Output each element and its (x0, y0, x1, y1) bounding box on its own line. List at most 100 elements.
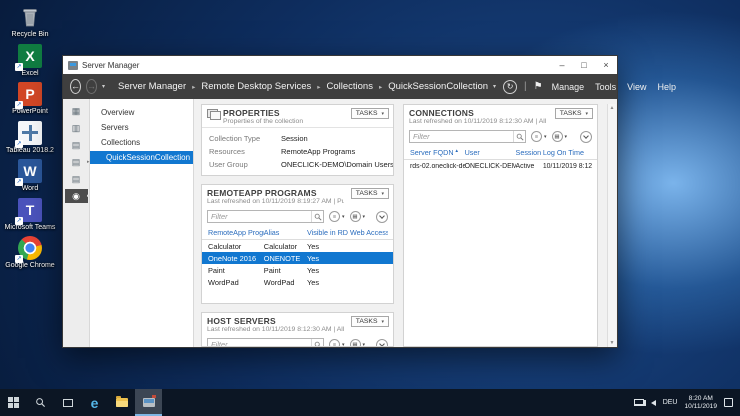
local-server-icon[interactable]: ▥ (65, 121, 88, 135)
shortcut-arrow-icon: ↗ (15, 140, 23, 148)
sidebar-icon-5[interactable]: ▤ (65, 172, 88, 186)
menu-tools[interactable]: Tools (593, 82, 618, 92)
breadcrumb-rds[interactable]: Remote Desktop Services (201, 81, 311, 92)
connections-filter-input[interactable] (410, 132, 513, 141)
scroll-up-icon[interactable]: ▲ (610, 105, 615, 111)
collapse-panel-button[interactable] (580, 131, 592, 143)
close-button[interactable]: × (595, 56, 617, 74)
shortcut-arrow-icon: ↗ (15, 63, 23, 71)
column-header-user[interactable]: User (465, 148, 516, 157)
breadcrumb-separator-icon: ▸ (379, 83, 382, 91)
tree-item-overview[interactable]: Overview (90, 106, 193, 119)
host-servers-filter-input[interactable] (208, 340, 311, 347)
host-servers-filter-bar: ≡▾ ▦▾ (202, 335, 393, 347)
all-servers-icon[interactable]: ▤ (65, 138, 88, 152)
tree-item-quicksessioncollection[interactable]: QuickSessionCollection (90, 151, 193, 164)
remoteapp-tasks-button[interactable]: TASKS▾ (351, 188, 389, 199)
shortcut-arrow-icon: ↗ (15, 217, 23, 225)
grouping-button[interactable]: ▦▾ (552, 131, 568, 142)
collapse-panel-button[interactable] (376, 211, 388, 223)
connections-row[interactable]: rds-02.oneclick-demo.com ONECLICK-DEMO\v… (404, 160, 597, 172)
file-and-storage-services-icon[interactable]: ▤▸ (65, 155, 88, 169)
remoteapp-row-wordpad[interactable]: WordPad WordPad Yes (202, 276, 393, 288)
desktop-icon-recycle-bin[interactable]: Recycle Bin (2, 4, 58, 39)
column-header-session-state[interactable]: Session State (516, 148, 543, 157)
forward-button[interactable]: → (86, 79, 97, 94)
properties-tasks-button[interactable]: TASKS▾ (351, 108, 389, 119)
internet-explorer-button[interactable]: e (81, 389, 108, 416)
remoteapp-filter-input[interactable] (208, 212, 311, 221)
search-icon[interactable] (311, 211, 323, 222)
tree-item-servers[interactable]: Servers (90, 121, 193, 134)
column-header-logon-time[interactable]: Log On Time (543, 148, 592, 157)
caret-down-icon: ▾ (381, 111, 384, 117)
connections-filter-bar: ≡▾ ▦▾ (404, 127, 597, 146)
grouping-button[interactable]: ▦▾ (350, 211, 366, 222)
server-manager-taskbar-button[interactable] (135, 389, 162, 416)
remoteapp-row-calculator[interactable]: Calculator Calculator Yes (202, 240, 393, 252)
menu-view[interactable]: View (625, 82, 648, 92)
action-center-icon[interactable] (724, 398, 733, 407)
saved-queries-button[interactable]: ≡▾ (531, 131, 547, 142)
property-row: User Group ONECLICK-DEMO\Domain Users (209, 158, 386, 171)
chevron-down-icon (379, 341, 385, 347)
column-header-visible[interactable]: Visible in RD Web Access (307, 228, 388, 237)
column-header-alias[interactable]: Alias (264, 228, 307, 237)
saved-queries-button[interactable]: ≡▾ (329, 339, 345, 347)
desktop-icon-powerpoint[interactable]: P ↗ PowerPoint (2, 81, 58, 116)
task-view-button[interactable] (54, 389, 81, 416)
breadcrumb-server-manager[interactable]: Server Manager (118, 81, 186, 92)
column-header-server-fqdn[interactable]: Server FQDN▲ (410, 148, 465, 157)
remote-desktop-services-icon[interactable]: ◉▸ (65, 189, 88, 203)
maximize-button[interactable]: □ (573, 56, 595, 74)
history-dropdown-icon[interactable]: ▾ (102, 83, 105, 90)
connections-filter-box (409, 130, 526, 143)
menu-help[interactable]: Help (656, 82, 679, 92)
window-titlebar[interactable]: Server Manager – □ × (63, 56, 617, 74)
minimize-button[interactable]: – (551, 56, 573, 74)
host-servers-tasks-button[interactable]: TASKS▾ (351, 316, 389, 327)
breadcrumb-collections[interactable]: Collections (327, 81, 373, 92)
start-button[interactable] (0, 389, 27, 416)
tree-item-collections[interactable]: Collections (90, 136, 193, 149)
desktop-icon-tableau[interactable]: ↗ Tableau 2018.2 (2, 120, 58, 155)
taskbar-search-button[interactable] (27, 389, 54, 416)
language-indicator[interactable]: DEU (663, 399, 678, 406)
chevron-down-icon (583, 133, 589, 139)
vertical-scrollbar[interactable]: ▲ ▼ (607, 104, 616, 347)
remoteapp-row-onenote-selected[interactable]: OneNote 2016 ONENOTE Yes (202, 252, 393, 264)
desktop-icon-teams[interactable]: T ↗ Microsoft Teams (2, 197, 58, 232)
menu-manage[interactable]: Manage (550, 82, 587, 92)
collapse-panel-button[interactable] (376, 339, 388, 348)
file-explorer-button[interactable] (108, 389, 135, 416)
refresh-icon[interactable]: ↻ (503, 80, 517, 94)
list-icon: ≡ (329, 339, 340, 347)
notifications-flag-icon[interactable]: ⚑ (534, 81, 543, 92)
shortcut-arrow-icon: ↗ (15, 178, 23, 186)
connections-tasks-button[interactable]: TASKS▾ (555, 108, 593, 119)
properties-title: PROPERTIES (223, 108, 280, 118)
search-icon[interactable] (513, 131, 525, 142)
desktop-icon-chrome[interactable]: ↗ Google Chrome (2, 235, 58, 270)
caret-down-icon: ▾ (381, 191, 384, 197)
saved-queries-button[interactable]: ≡▾ (329, 211, 345, 222)
grouping-button[interactable]: ▦▾ (350, 339, 366, 347)
volume-icon[interactable] (651, 400, 656, 406)
column-header-program-name[interactable]: RemoteApp Program Name (208, 228, 264, 237)
desktop-icon-word[interactable]: W ↗ Word (2, 158, 58, 193)
clock[interactable]: 8:20 AM 10/11/2019 (684, 395, 717, 410)
navbar-dropdown-icon[interactable]: ▾ (493, 83, 496, 90)
word-icon: W ↗ (17, 158, 43, 184)
remoteapp-table-header: RemoteApp Program Name Alias Visible in … (202, 226, 393, 240)
desktop-icon-list: Recycle Bin X ↗ Excel P ↗ PowerPoint ↗ T… (2, 4, 58, 270)
desktop-icon-label: Recycle Bin (12, 31, 49, 39)
search-icon[interactable] (311, 339, 323, 347)
back-button[interactable]: ← (70, 79, 81, 94)
dashboard-icon[interactable]: ▦ (65, 104, 88, 118)
scroll-down-icon[interactable]: ▼ (610, 340, 615, 346)
grid-icon: ▦ (552, 131, 563, 142)
desktop-icon-excel[interactable]: X ↗ Excel (2, 43, 58, 78)
breadcrumb-quicksessioncollection[interactable]: QuickSessionCollection (388, 81, 488, 92)
remoteapp-row-paint[interactable]: Paint Paint Yes (202, 264, 393, 276)
connections-table-header: Server FQDN▲ User Session State Log On T… (404, 146, 597, 160)
